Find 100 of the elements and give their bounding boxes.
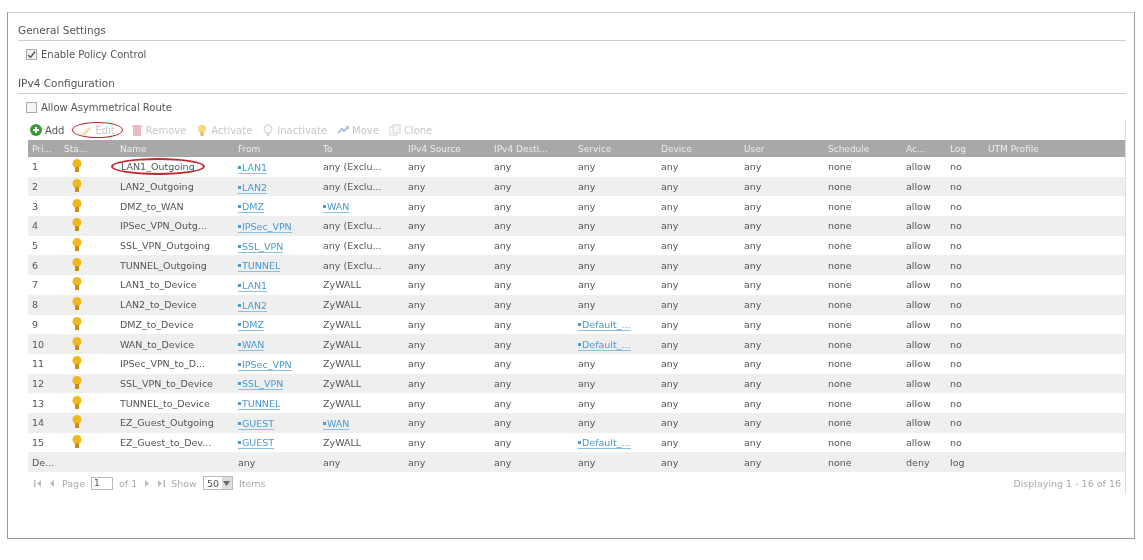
object-link[interactable]: IPSec_VPN	[238, 358, 292, 371]
cell-text: 14	[32, 417, 45, 429]
cell-text: no	[950, 240, 962, 252]
cell-text: 3	[32, 200, 39, 212]
cell-text: any	[408, 259, 426, 271]
check-icon	[27, 49, 36, 59]
cell-text: none	[828, 181, 852, 193]
cell-text: no	[950, 161, 962, 173]
cell-text: allow	[906, 358, 931, 370]
column-header[interactable]: Name	[116, 140, 234, 157]
cell-text: any	[408, 377, 426, 389]
column-header[interactable]: IPv4 Desti...	[490, 140, 574, 157]
cell-text: EZ_Guest_Outgoing	[120, 416, 214, 430]
object-link[interactable]: WAN	[323, 417, 350, 430]
cell-text: WAN_to_Device	[120, 337, 194, 351]
cell-text: deny	[906, 456, 930, 468]
cell-text: any	[661, 279, 679, 291]
cell-text: any	[744, 417, 762, 429]
object-link[interactable]: Default_...	[578, 319, 631, 332]
cell-text: no	[950, 358, 962, 370]
column-header[interactable]: Ac...	[902, 140, 946, 157]
column-header[interactable]: UTM Profile	[984, 140, 1125, 157]
cell-text: ZyWALL	[323, 279, 362, 291]
cell-text: 2	[32, 181, 39, 193]
column-header[interactable]: Schedule	[824, 140, 902, 157]
object-link[interactable]: WAN	[323, 201, 350, 214]
cell-text: De...	[32, 456, 55, 468]
cell-text: any	[661, 318, 679, 330]
cell-text: any	[408, 220, 426, 232]
column-header[interactable]: Pri...	[28, 140, 60, 157]
page-field[interactable]: 1	[91, 476, 113, 490]
cell-text: no	[950, 181, 962, 193]
cell-text: LAN2_Outgoing	[120, 180, 194, 194]
cell-text: any	[744, 338, 762, 350]
cell-text: 5	[32, 240, 39, 252]
cell-text: any	[408, 456, 426, 468]
object-link[interactable]: SSL_VPN	[238, 240, 284, 253]
object-link[interactable]: TUNNEL	[238, 398, 281, 411]
object-link[interactable]: LAN1	[238, 279, 268, 292]
cell-text: any	[494, 436, 512, 448]
cell-text: any	[578, 377, 596, 389]
cell-text: no	[950, 200, 962, 212]
cell-text: any	[578, 181, 596, 193]
object-link[interactable]: Default_...	[578, 437, 631, 450]
column-header[interactable]: To	[319, 140, 404, 157]
add-button[interactable]: Add	[28, 123, 67, 137]
cell-text: any	[494, 240, 512, 252]
cell-text: allow	[906, 397, 931, 409]
cell-text: any	[661, 377, 679, 389]
previous-page-icon	[48, 478, 56, 488]
trash-icon	[130, 124, 143, 136]
column-header[interactable]: IPv4 Source	[404, 140, 490, 157]
cell-text: any	[661, 436, 679, 448]
checkbox[interactable]	[26, 48, 37, 60]
cell-text: any	[408, 397, 426, 409]
column-header[interactable]: User	[740, 140, 824, 157]
cell-text: any	[408, 240, 426, 252]
object-link[interactable]: GUEST	[238, 437, 275, 450]
cell-text: any (Exclu...	[323, 259, 382, 271]
column-header[interactable]: Log	[946, 140, 984, 157]
cell-text: 9	[32, 318, 39, 330]
cell-text: any	[661, 200, 679, 212]
object-link[interactable]: DMZ	[238, 201, 265, 214]
cell-text: TUNNEL_Outgoing	[120, 258, 207, 272]
cell-text: any	[578, 417, 596, 429]
object-link[interactable]: DMZ	[238, 319, 265, 332]
page-size-select[interactable]: 50	[202, 476, 233, 490]
cell-text: any	[408, 358, 426, 370]
cell-text: any	[578, 397, 596, 409]
bulb-icon	[262, 124, 275, 136]
cell-text: any	[408, 338, 426, 350]
cell-text: any	[744, 436, 762, 448]
cell-text: allow	[906, 181, 931, 193]
object-link[interactable]: LAN1	[238, 161, 268, 174]
cell-text: no	[950, 220, 962, 232]
cell-text: any	[494, 397, 512, 409]
cell-text: any	[494, 377, 512, 389]
cell-text: any	[578, 358, 596, 370]
column-header[interactable]: Sta...	[60, 140, 116, 157]
first-page-icon	[34, 478, 42, 488]
column-header[interactable]: From	[234, 140, 319, 157]
copy-icon	[388, 124, 401, 136]
cell-text: any (Exclu...	[323, 220, 382, 232]
cell-text: no	[950, 318, 962, 330]
cell-text: any	[661, 338, 679, 350]
plus-icon	[30, 124, 42, 136]
cell-text: allow	[906, 220, 931, 232]
column-header[interactable]: Service	[574, 140, 657, 157]
cell-text: 13	[32, 397, 45, 409]
cell-text: any	[578, 161, 596, 173]
cell-text: any	[494, 161, 512, 173]
checkbox[interactable]	[26, 101, 37, 113]
cell-text: none	[828, 299, 852, 311]
column-header[interactable]: Device	[657, 140, 740, 157]
cell-text: 4	[32, 220, 39, 232]
cell-text: no	[950, 259, 962, 271]
cell-text: 10	[32, 338, 45, 350]
cell-text: any	[744, 299, 762, 311]
cell-text: any	[661, 259, 679, 271]
cell-text: any	[744, 358, 762, 370]
